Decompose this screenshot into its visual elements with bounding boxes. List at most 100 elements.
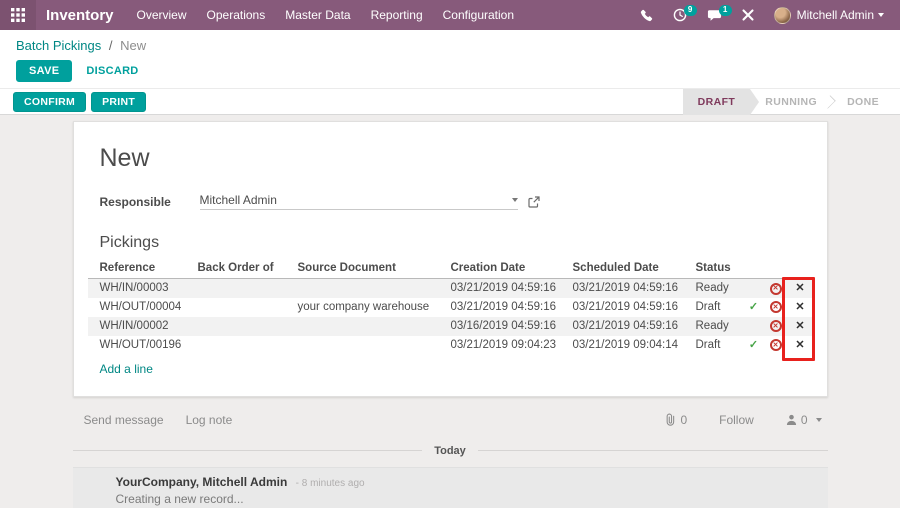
status-step-draft[interactable]: DRAFT xyxy=(682,88,759,115)
chevron-down-icon[interactable] xyxy=(511,198,518,202)
print-button[interactable]: PRINT xyxy=(91,91,147,112)
delete-row-icon[interactable]: ✕ xyxy=(795,301,804,313)
cell-creation[interactable]: 03/21/2019 04:59:16 xyxy=(439,298,561,317)
cell-status[interactable]: Ready xyxy=(684,279,742,298)
delete-row-icon[interactable]: ✕ xyxy=(795,339,804,351)
date-divider: Today xyxy=(73,445,828,457)
follow-button[interactable]: Follow xyxy=(719,413,754,427)
status-step-running[interactable]: RUNNING xyxy=(750,89,832,115)
cell-status[interactable]: Draft xyxy=(684,336,742,355)
cell-back-order[interactable] xyxy=(186,279,286,298)
menu-operations[interactable]: Operations xyxy=(198,0,275,30)
apps-menu-button[interactable] xyxy=(0,0,36,30)
cancel-circle-icon[interactable]: ✕ xyxy=(769,339,782,352)
breadcrumb-batch-pickings[interactable]: Batch Pickings xyxy=(16,38,101,53)
table-row[interactable]: WH/IN/00003 03/21/2019 04:59:16 03/21/20… xyxy=(87,278,815,298)
responsible-value[interactable]: Mitchell Admin xyxy=(200,193,512,207)
followers-button[interactable]: 0 xyxy=(786,413,822,427)
user-menu[interactable]: Mitchell Admin xyxy=(766,3,892,28)
tools-x-icon xyxy=(742,9,754,21)
col-reference: Reference xyxy=(87,260,186,279)
log-note-button[interactable]: Log note xyxy=(186,413,233,427)
cell-scheduled[interactable]: 03/21/2019 09:04:14 xyxy=(561,336,684,355)
navbar-systray: 9 1 Mitchell Admin xyxy=(632,3,900,28)
phone-icon xyxy=(640,9,652,21)
user-avatar xyxy=(773,6,791,24)
add-a-line-link[interactable]: Add a line xyxy=(100,362,153,376)
pickings-section-title: Pickings xyxy=(99,234,160,251)
menu-master-data[interactable]: Master Data xyxy=(276,0,359,30)
col-scheduled-date: Scheduled Date xyxy=(560,260,684,279)
external-link-icon[interactable] xyxy=(527,195,540,208)
attachments-button[interactable]: 0 xyxy=(664,413,687,427)
app-title: Inventory xyxy=(46,6,114,24)
cell-reference[interactable]: WH/OUT/00196 xyxy=(88,336,186,355)
table-row[interactable]: WH/OUT/00004 your company warehouse 03/2… xyxy=(88,298,815,317)
responsible-field-row: Responsible Mitchell Admin xyxy=(100,193,801,210)
chatter-right-tools: 0 Follow 0 xyxy=(664,413,822,427)
cell-scheduled[interactable]: 03/21/2019 04:59:16 xyxy=(561,317,684,336)
menu-reporting[interactable]: Reporting xyxy=(362,0,432,30)
control-panel: Batch Pickings / New SAVE DISCARD xyxy=(0,30,900,88)
cancel-circle-icon[interactable]: ✕ xyxy=(769,301,782,314)
person-icon xyxy=(786,414,796,425)
cell-creation[interactable]: 03/21/2019 04:59:16 xyxy=(439,279,561,298)
cell-back-order[interactable] xyxy=(186,317,286,336)
cell-source[interactable] xyxy=(286,279,439,298)
cell-source[interactable]: your company warehouse xyxy=(286,298,439,317)
chatter: Send message Log note 0 Follow 0 Today Y… xyxy=(72,413,828,508)
record-title: New xyxy=(99,144,150,172)
message-header: YourCompany, Mitchell Admin - 8 minutes … xyxy=(116,475,818,489)
send-message-button[interactable]: Send message xyxy=(84,413,164,427)
phone-button[interactable] xyxy=(632,5,661,26)
cell-source[interactable] xyxy=(286,336,439,355)
confirm-check-icon[interactable]: ✓ xyxy=(749,301,758,313)
form-view: New Responsible Mitchell Admin Pickings xyxy=(0,115,900,397)
responsible-field[interactable]: Mitchell Admin xyxy=(199,193,518,210)
cell-creation[interactable]: 03/21/2019 09:04:23 xyxy=(439,336,561,355)
discard-button[interactable]: DISCARD xyxy=(76,61,148,81)
cell-source[interactable] xyxy=(286,317,439,336)
cancel-circle-icon[interactable]: ✕ xyxy=(769,282,782,295)
menu-overview[interactable]: Overview xyxy=(128,0,196,30)
form-statusbar-row: CONFIRM PRINT DRAFT RUNNING DONE xyxy=(0,88,900,115)
cell-scheduled[interactable]: 03/21/2019 04:59:16 xyxy=(561,298,684,317)
cell-back-order[interactable] xyxy=(186,298,286,317)
cell-back-order[interactable] xyxy=(186,336,286,355)
confirm-button[interactable]: CONFIRM xyxy=(13,91,87,112)
table-row[interactable]: WH/IN/00002 03/16/2019 04:59:16 03/21/20… xyxy=(87,316,815,336)
confirm-check-icon[interactable]: ✓ xyxy=(749,339,758,351)
status-step-done[interactable]: DONE xyxy=(832,89,894,115)
col-source-document: Source Document xyxy=(285,260,439,279)
delete-row-icon[interactable]: ✕ xyxy=(795,320,804,332)
table-row[interactable]: WH/OUT/00196 03/21/2019 09:04:23 03/21/2… xyxy=(88,336,815,355)
cell-status[interactable]: Ready xyxy=(684,317,742,336)
cell-scheduled[interactable]: 03/21/2019 04:59:16 xyxy=(561,279,684,298)
col-status: Status xyxy=(683,260,742,279)
responsible-label: Responsible xyxy=(99,194,171,209)
messages-button[interactable]: 1 xyxy=(699,4,732,26)
record-actions: SAVE DISCARD xyxy=(16,60,884,82)
form-sheet: New Responsible Mitchell Admin Pickings xyxy=(72,121,828,397)
breadcrumb-current: New xyxy=(120,38,147,53)
cell-reference[interactable]: WH/IN/00003 xyxy=(88,279,186,298)
chevron-down-icon xyxy=(815,417,822,422)
cancel-circle-icon[interactable]: ✕ xyxy=(769,320,782,333)
activity-button[interactable]: 9 xyxy=(665,4,697,26)
menu-configuration[interactable]: Configuration xyxy=(434,0,523,30)
cell-reference[interactable]: WH/OUT/00004 xyxy=(88,298,186,317)
top-navbar: Inventory Overview Operations Master Dat… xyxy=(0,0,900,30)
cell-reference[interactable]: WH/IN/00002 xyxy=(88,317,186,336)
support-tools-button[interactable] xyxy=(734,5,762,25)
save-button[interactable]: SAVE xyxy=(16,60,73,82)
message-body: Creating a new record... xyxy=(115,491,244,506)
message-timestamp: - 8 minutes ago xyxy=(295,477,365,489)
attachment-count: 0 xyxy=(680,412,688,427)
follower-count: 0 xyxy=(800,412,808,427)
delete-row-icon[interactable]: ✕ xyxy=(795,282,804,294)
cell-creation[interactable]: 03/16/2019 04:59:16 xyxy=(439,317,561,336)
col-back-order: Back Order of xyxy=(185,260,286,279)
pickings-table: Reference Back Order of Source Document … xyxy=(87,260,815,355)
apps-grid-icon xyxy=(11,8,25,22)
cell-status[interactable]: Draft xyxy=(684,298,742,317)
